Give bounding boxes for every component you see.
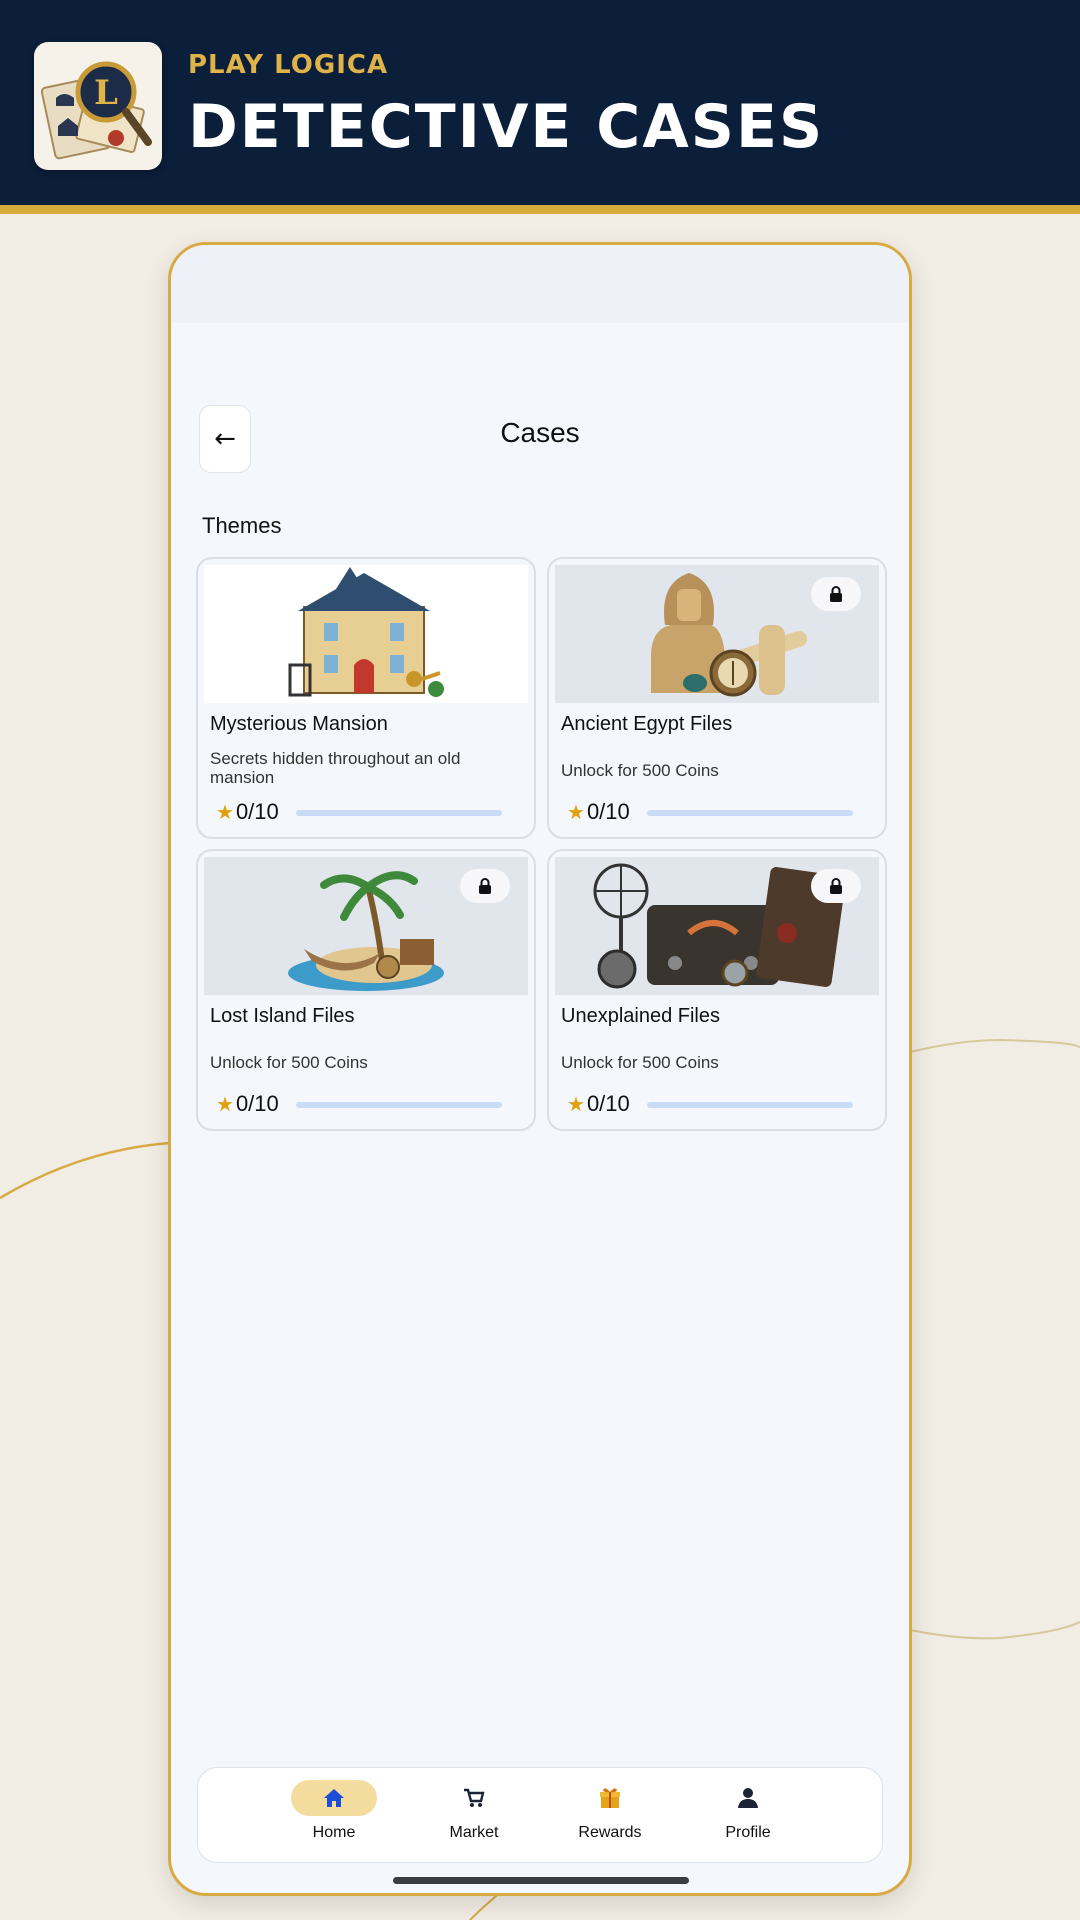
svg-text:L: L xyxy=(94,73,118,113)
stars-count: 0/10 xyxy=(235,799,279,824)
case-progress-bar xyxy=(647,810,853,816)
star-icon: ★ xyxy=(216,800,234,824)
case-title: Ancient Egypt Files xyxy=(561,713,733,735)
home-icon xyxy=(291,1780,377,1816)
phone-screen: ← Cases Themes Mysterious Mansion Secret… xyxy=(168,242,912,1896)
case-card-lost-island[interactable]: Lost Island Files Unlock for 500 Coins ★… xyxy=(196,849,536,1131)
gift-icon xyxy=(567,1780,653,1816)
nav-label: Home xyxy=(312,1824,356,1841)
nav-label: Market xyxy=(449,1824,499,1841)
detective-magnifier-logo-icon: L xyxy=(34,42,162,170)
lock-icon xyxy=(811,869,861,903)
nav-item-rewards[interactable]: Rewards xyxy=(560,1780,660,1854)
status-bar-area xyxy=(171,245,909,323)
sphinx-icon xyxy=(555,565,879,703)
nav-label: Rewards xyxy=(578,1824,642,1841)
case-unlock-cost: Unlock for 500 Coins xyxy=(561,1053,719,1072)
person-icon xyxy=(705,1780,791,1816)
case-unlock-cost: Unlock for 500 Coins xyxy=(561,761,719,780)
case-progress-bar xyxy=(296,1102,502,1108)
star-icon: ★ xyxy=(216,1092,234,1116)
case-description: Secrets hidden throughout an old mansion xyxy=(210,749,461,787)
case-stars: ★ 0/10 xyxy=(567,1091,630,1117)
case-card-unexplained[interactable]: Unexplained Files Unlock for 500 Coins ★… xyxy=(547,849,887,1131)
app-banner: L PLAY LOGICA DETECTIVE CASES xyxy=(0,0,1080,214)
nav-item-home[interactable]: Home xyxy=(284,1780,384,1854)
case-title: Unexplained Files xyxy=(561,1005,720,1027)
island-icon xyxy=(204,857,528,995)
bottom-navigation: Home Market Rewards Profile xyxy=(197,1767,883,1863)
case-stars: ★ 0/10 xyxy=(216,1091,279,1117)
star-icon: ★ xyxy=(567,1092,585,1116)
home-indicator xyxy=(393,1877,689,1884)
case-progress-bar xyxy=(296,810,502,816)
mansion-icon xyxy=(204,565,528,703)
case-progress-bar xyxy=(647,1102,853,1108)
case-card-mysterious-mansion[interactable]: Mysterious Mansion Secrets hidden throug… xyxy=(196,557,536,839)
banner-title: DETECTIVE CASES xyxy=(188,92,825,162)
radio-equipment-icon xyxy=(555,857,879,995)
star-icon: ★ xyxy=(567,800,585,824)
nav-item-market[interactable]: Market xyxy=(424,1780,524,1854)
nav-label: Profile xyxy=(725,1824,771,1841)
case-stars: ★ 0/10 xyxy=(216,799,279,825)
cart-icon xyxy=(431,1780,517,1816)
section-label-themes: Themes xyxy=(202,513,282,538)
nav-item-profile[interactable]: Profile xyxy=(698,1780,798,1854)
brand-name: PLAY LOGICA xyxy=(188,50,389,80)
lock-icon xyxy=(811,577,861,611)
case-title: Mysterious Mansion xyxy=(210,713,388,735)
stars-count: 0/10 xyxy=(586,1091,630,1116)
lock-icon xyxy=(460,869,510,903)
stars-count: 0/10 xyxy=(235,1091,279,1116)
case-stars: ★ 0/10 xyxy=(567,799,630,825)
stars-count: 0/10 xyxy=(586,799,630,824)
case-card-ancient-egypt[interactable]: Ancient Egypt Files Unlock for 500 Coins… xyxy=(547,557,887,839)
case-unlock-cost: Unlock for 500 Coins xyxy=(210,1053,368,1072)
page-title: Cases xyxy=(500,417,580,448)
case-title: Lost Island Files xyxy=(210,1005,355,1027)
